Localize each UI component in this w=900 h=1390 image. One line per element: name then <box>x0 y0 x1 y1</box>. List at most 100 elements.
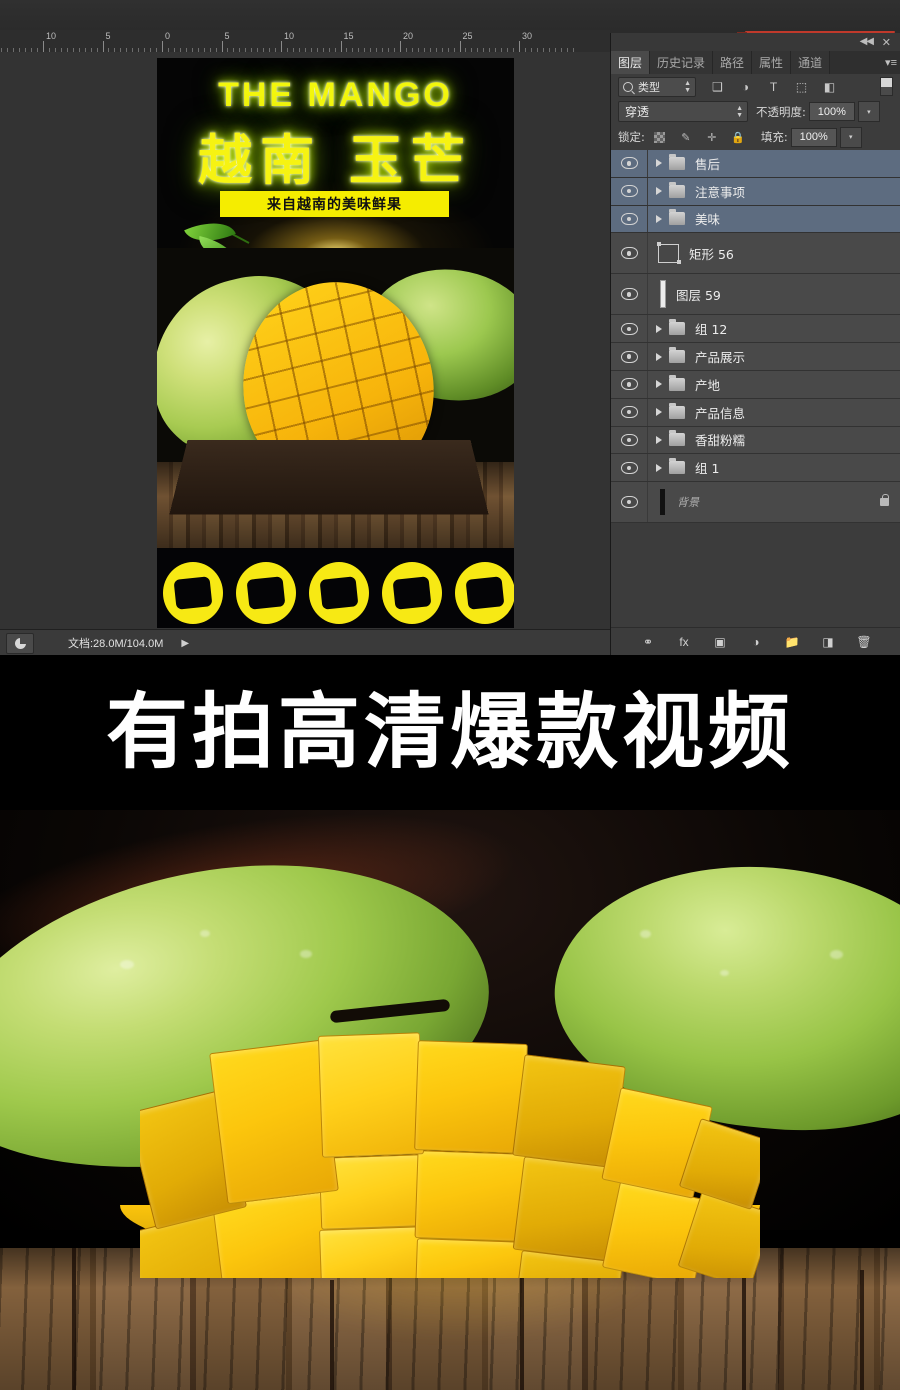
chevron-right-icon[interactable] <box>656 408 662 417</box>
panel-collapse-icon[interactable]: ◀◀ <box>860 36 874 47</box>
new-group-icon[interactable]: 📁 <box>784 634 800 650</box>
shape-layer-filter-icon[interactable]: ⬚ <box>794 79 809 94</box>
screenshot-root: 10 5 0 5 10 15 20 25 30 THE MANGO 越南 玉芒 来自越南的美味鲜… <box>0 0 900 1390</box>
panel-tab-4[interactable]: 通道 <box>791 51 831 74</box>
add-layer-mask-icon[interactable]: ▣ <box>712 634 728 650</box>
chevron-right-icon[interactable] <box>656 214 662 223</box>
mango-cube <box>319 1226 423 1278</box>
chevron-right-icon[interactable] <box>656 324 662 333</box>
photoshop-top-strip <box>0 0 900 30</box>
layer-name: 背景 <box>677 496 699 510</box>
ruler-label: 10 <box>284 31 295 41</box>
pixel-layer-filter-icon[interactable]: ❑ <box>710 79 725 94</box>
panel-close-icon[interactable]: ✕ <box>882 36 891 49</box>
layer-visibility-toggle[interactable] <box>611 315 648 343</box>
layer-row[interactable]: 矩形 56 <box>611 233 900 275</box>
layer-visibility-toggle[interactable] <box>611 150 648 177</box>
layer-style-fx-icon[interactable]: fx <box>676 634 692 650</box>
lock-transparent-pixels-icon[interactable] <box>653 130 667 144</box>
chevron-right-icon[interactable] <box>656 435 662 444</box>
layer-row[interactable]: 产品展示 <box>611 343 900 371</box>
smart-object-filter-icon[interactable]: ◧ <box>822 79 837 94</box>
new-adjustment-layer-icon[interactable]: ◑ <box>748 634 764 650</box>
new-layer-icon[interactable]: ◨ <box>820 634 836 650</box>
layer-row[interactable]: 售后 <box>611 150 900 178</box>
poster-bottom-badge-glyph <box>465 576 505 610</box>
panel-tab-3[interactable]: 属性 <box>752 51 792 74</box>
layer-visibility-toggle[interactable] <box>611 370 648 398</box>
lock-all-icon[interactable]: 🔒 <box>731 130 745 144</box>
chevron-right-icon[interactable] <box>656 463 662 472</box>
shape-layer-thumbnail-icon <box>656 242 681 265</box>
chevron-right-icon[interactable] <box>656 159 662 168</box>
mango-water-droplet <box>300 950 312 958</box>
layer-list[interactable]: 售后 注意事项 美味 矩形 56 图层 59 组 12 产品展示产地产品信息 香甜粉糯组 1 背… <box>611 150 900 628</box>
panel-menu-icon[interactable]: ▾≡ <box>885 56 897 69</box>
blend-mode-select[interactable]: 穿透 ▲ ▼ <box>618 101 748 122</box>
layer-name: 产品展示 <box>695 350 746 366</box>
opacity-dropdown-icon[interactable]: ▾ <box>857 101 880 122</box>
adjustment-layer-filter-icon[interactable]: ◑ <box>738 79 753 94</box>
layer-row[interactable]: 背景 <box>611 482 900 524</box>
layer-row[interactable]: 香甜粉糯 <box>611 426 900 455</box>
layer-visibility-toggle[interactable] <box>611 205 648 233</box>
ruler-label: 25 <box>462 31 473 41</box>
layer-row[interactable]: 组 1 <box>611 454 900 483</box>
layer-visibility-toggle[interactable] <box>611 233 648 274</box>
link-layers-icon[interactable]: ⚭ <box>640 634 656 650</box>
document-canvas[interactable]: THE MANGO 越南 玉芒 来自越南的美味鲜果 <box>157 58 514 628</box>
ruler-label: 0 <box>165 31 171 41</box>
folder-icon <box>669 458 685 475</box>
opacity-value[interactable]: 100% <box>808 102 855 121</box>
chevron-right-icon[interactable] <box>656 187 662 196</box>
poster-wooden-tray <box>169 440 489 515</box>
layer-name: 产地 <box>695 377 721 393</box>
panel-tab-2[interactable]: 路径 <box>713 51 753 74</box>
chevron-right-icon[interactable] <box>656 352 662 361</box>
layer-panel-footer: ⚭ fx ▣ ◑ 📁 ◨ 🗑 <box>611 627 900 655</box>
layer-visibility-toggle[interactable] <box>611 454 648 482</box>
ruler-major-tick <box>459 41 461 52</box>
lock-position-icon[interactable]: ✛ <box>705 130 719 144</box>
lock-icon <box>880 494 889 507</box>
layer-row[interactable]: 产品信息 <box>611 398 900 427</box>
chevron-right-icon[interactable] <box>656 380 662 389</box>
cut-mango-cubes <box>140 1028 760 1278</box>
mango-water-droplet <box>640 930 651 938</box>
layer-row[interactable]: 组 12 <box>611 315 900 344</box>
layer-visibility-toggle[interactable] <box>611 274 648 315</box>
filter-enable-toggle[interactable] <box>880 77 893 96</box>
wood-grain-crack <box>520 1262 524 1390</box>
type-layer-filter-icon[interactable]: T <box>766 79 781 94</box>
fill-dropdown-icon[interactable]: ▾ <box>839 126 862 148</box>
layer-row[interactable]: 注意事项 <box>611 177 900 206</box>
search-icon <box>623 81 633 92</box>
layer-visibility-toggle[interactable] <box>611 343 648 370</box>
panel-tab-0[interactable]: 图层 <box>611 51 651 74</box>
fill-value[interactable]: 100% <box>790 127 837 147</box>
horizontal-ruler[interactable]: 10 5 0 5 10 15 20 25 30 <box>0 30 610 53</box>
panel-tab-1[interactable]: 历史记录 <box>650 51 714 74</box>
delete-layer-icon[interactable]: 🗑 <box>856 634 872 650</box>
panel-tab-strip: 图层 历史记录 路径 属性 通道 ▾≡ <box>611 51 900 74</box>
poster-bottom-badge-glyph <box>392 576 432 610</box>
poster-subtitle-text: 来自越南的美味鲜果 <box>267 197 402 213</box>
layer-filter-type-select[interactable]: 类型 ▲ ▼ <box>618 76 696 97</box>
lock-image-pixels-icon[interactable]: ✎ <box>679 130 693 144</box>
layer-visibility-toggle[interactable] <box>611 177 648 205</box>
poster-bottom-badge-glyph <box>173 576 213 610</box>
layer-row[interactable]: 产地 <box>611 370 900 399</box>
preview-pie-icon[interactable] <box>6 632 34 654</box>
layer-visibility-toggle[interactable] <box>611 426 648 454</box>
layer-visibility-toggle[interactable] <box>611 398 648 426</box>
ruler-label: 15 <box>343 31 354 41</box>
layer-row[interactable]: 美味 <box>611 205 900 234</box>
layer-row[interactable]: 图层 59 <box>611 274 900 316</box>
canvas-area[interactable]: THE MANGO 越南 玉芒 来自越南的美味鲜果 <box>0 52 610 629</box>
eye-icon <box>620 406 638 419</box>
status-expand-arrow[interactable]: ▶ <box>181 638 189 649</box>
headline-text: 有拍高清爆款视频 <box>105 684 794 780</box>
eye-icon <box>620 288 638 301</box>
folder-icon <box>669 319 685 336</box>
layer-visibility-toggle[interactable] <box>611 482 648 523</box>
